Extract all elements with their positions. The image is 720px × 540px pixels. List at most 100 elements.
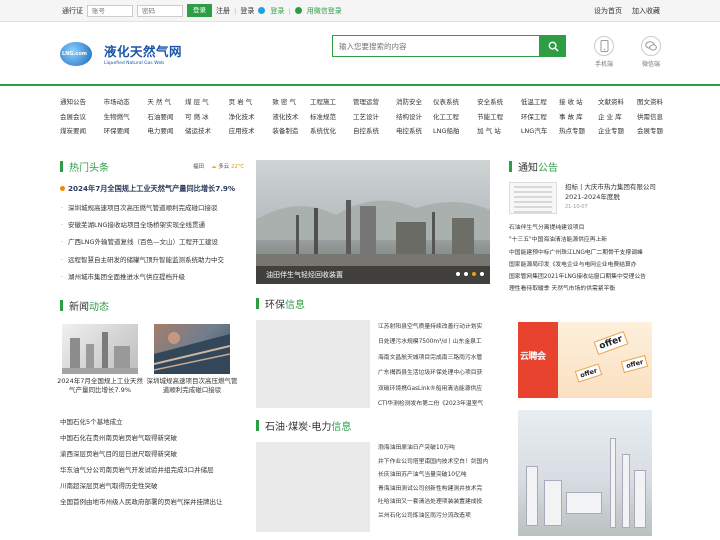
news-link[interactable]: 川南超深层页岩气取得历史性突破 <box>60 478 246 494</box>
nav-link[interactable]: 低温工程 <box>521 98 559 109</box>
notice-link[interactable]: 国家能源局印发《发电企业与电网企业电费结算办 <box>509 259 669 271</box>
hot-headline-link[interactable]: 湖州城市集团全面推进水气供应提档升级 <box>60 269 246 286</box>
env-news-link[interactable]: 日处理污水规模7500m³/d丨山东金泉工 <box>378 335 490 350</box>
nav-link[interactable]: 储运技术 <box>185 127 223 138</box>
add-favorite-link[interactable]: 加入收藏 <box>632 6 660 16</box>
oil-news-link[interactable]: 渤海油田原油日产突破10万吨 <box>378 442 490 456</box>
nav-link[interactable]: 系统优化 <box>310 127 347 138</box>
nav-link[interactable]: 仪表系统 <box>433 98 471 109</box>
nav-link[interactable]: 接 收 站 <box>559 98 592 109</box>
nav-link[interactable]: 煤炭要闻 <box>60 127 98 138</box>
env-news-link[interactable]: 广东揭西县生活垃圾环保处理中心项目获 <box>378 366 490 381</box>
nav-link[interactable]: 管理运营 <box>353 98 390 109</box>
recruitment-ad[interactable]: 云聘会 offer offer offer <box>518 322 652 398</box>
nav-link[interactable]: 文献资料 <box>598 98 631 109</box>
nav-link[interactable]: 电力要闻 <box>147 127 185 138</box>
mobile-link[interactable]: 手机端 <box>589 36 619 68</box>
news-photo-caption[interactable]: 深圳城规高速项目次高压燃气管道顺利完成碰口接驳 <box>146 377 238 395</box>
oil-news-link[interactable]: 长庆油田苏产油气当量突破10亿吨 <box>378 469 490 483</box>
nav-link[interactable]: LNG船舶 <box>433 127 471 138</box>
nav-link[interactable]: 安全系统 <box>477 98 515 109</box>
nav-link[interactable]: 图文资料 <box>637 98 670 109</box>
env-news-link[interactable]: 双碳环境携GasLink®船用清洁能源供应 <box>378 382 490 397</box>
nav-link[interactable]: 装备制造 <box>272 127 310 138</box>
nav-link[interactable]: 石油要闻 <box>147 113 185 124</box>
qq-login-link[interactable]: 登录 <box>270 6 284 16</box>
hot-lead-link[interactable]: 2024年7月全国规上工业天然气产量同比增长7.9% <box>60 184 246 194</box>
notice-link[interactable]: "十三五"中国海油清洁能源供应再上新 <box>509 234 669 246</box>
nav-link[interactable]: 通知公告 <box>60 98 98 109</box>
nav-link[interactable]: 加 气 站 <box>477 127 515 138</box>
news-photo[interactable] <box>153 324 231 374</box>
nav-link[interactable]: 环保要闻 <box>104 127 142 138</box>
nav-link[interactable]: 可 燃 冰 <box>185 113 223 124</box>
notice-link[interactable]: 国家管网集团2021年LNG接收站窗口期集中受理公告 <box>509 271 669 283</box>
nav-link[interactable]: 消防安全 <box>396 98 433 109</box>
notice-featured[interactable]: 招标 | 大庆市热力集团有限公司2021-2024年度脱 21-10-07 <box>509 182 664 220</box>
nav-link[interactable]: 天 然 气 <box>147 98 185 109</box>
slider-dot[interactable] <box>456 272 460 276</box>
nav-link[interactable]: 应用技术 <box>229 127 267 138</box>
nav-link[interactable]: 生物燃气 <box>104 113 142 124</box>
search-button[interactable] <box>540 35 566 57</box>
nav-link[interactable]: 企 业 库 <box>598 113 631 124</box>
notice-link[interactable]: 中国能建预中标广州珠江LNG电厂二期骨干支撑调峰 <box>509 247 669 259</box>
login-button[interactable]: 登录 <box>187 4 212 17</box>
nav-link[interactable]: 自控系统 <box>353 127 390 138</box>
lng-plant-image[interactable] <box>518 410 652 536</box>
nav-link[interactable]: 结构设计 <box>396 113 433 124</box>
news-photo[interactable] <box>62 324 138 374</box>
notice-link[interactable]: 理性看待取暖季 天然气市场的供需紧平衡 <box>509 283 669 295</box>
nav-link[interactable]: 供需信息 <box>637 113 670 124</box>
nav-link[interactable]: 会展会议 <box>60 113 98 124</box>
hot-headline-link[interactable]: 深圳城规高速项目次高压燃气管道顺利完成碰口接驳 <box>60 200 246 217</box>
news-link[interactable]: 中国石化在贵州南页岩页岩气取得新突破 <box>60 430 246 446</box>
notice-featured-title[interactable]: 招标 | 大庆市热力集团有限公司2021-2024年度脱 <box>565 182 665 202</box>
nav-link[interactable]: 环保工程 <box>521 113 559 124</box>
oil-news-link[interactable]: 吐哈油田又一套清洁处理项装装置建成投 <box>378 496 490 510</box>
env-news-link[interactable]: CTI华测检测发布第二份《2023年温室气 <box>378 397 490 412</box>
slider-dot[interactable] <box>480 272 484 276</box>
nav-link[interactable]: 事 故 库 <box>559 113 592 124</box>
login-link[interactable]: 登录 <box>240 6 254 16</box>
nav-link[interactable]: 净化技术 <box>229 113 267 124</box>
news-link[interactable]: 渝西深层页岩气目的层日进尺取得新突破 <box>60 446 246 462</box>
nav-link[interactable]: 标准规范 <box>310 113 347 124</box>
hot-headline-link[interactable]: 广西LNG外输管道复线（百色—文山）工程开工建设 <box>60 234 246 251</box>
nav-link[interactable]: 致 密 气 <box>272 98 310 109</box>
nav-link[interactable]: LNG汽车 <box>521 127 559 138</box>
env-image[interactable] <box>256 320 370 408</box>
nav-link[interactable]: 企业专题 <box>598 127 631 138</box>
nav-link[interactable]: 热点专题 <box>559 127 592 138</box>
oil-image[interactable] <box>256 442 370 532</box>
search-input[interactable] <box>332 35 540 57</box>
wechat-link[interactable]: 微信端 <box>636 36 666 68</box>
news-link[interactable]: 全国首例由地市州级人民政府部署的页岩气探井挂牌出让 <box>60 494 246 510</box>
hot-headline-link[interactable]: 远程智慧自主研发的储罐气顶升智能监测系统助力中交 <box>60 252 246 269</box>
news-link[interactable]: 华东油气分公司南页岩气开发试验井组完成3口井储层 <box>60 462 246 478</box>
oil-news-link[interactable]: 兰州石化公司炼油区雨污分流改造项 <box>378 510 490 524</box>
nav-link[interactable]: 节能工程 <box>477 113 515 124</box>
nav-link[interactable]: 市场动态 <box>104 98 142 109</box>
env-news-link[interactable]: 江苏射阳县空气质量持续改善行动计划实 <box>378 320 490 335</box>
nav-link[interactable]: 液化技术 <box>272 113 310 124</box>
set-home-link[interactable]: 设为首页 <box>594 6 622 16</box>
nav-link[interactable]: 电控系统 <box>396 127 433 138</box>
news-photo-caption[interactable]: 2024年7月全国规上工业天然气产量同比增长7.9% <box>54 377 146 395</box>
nav-link[interactable]: 会展专题 <box>637 127 670 138</box>
account-input[interactable] <box>87 4 133 17</box>
password-input[interactable] <box>137 4 183 17</box>
register-link[interactable]: 注册 <box>216 6 230 16</box>
nav-link[interactable]: 页 岩 气 <box>229 98 267 109</box>
slider-dot-active[interactable] <box>472 272 476 276</box>
hot-headline-link[interactable]: 安徽芜湖LNG接收站项目全场桥架实现全线贯通 <box>60 217 246 234</box>
nav-link[interactable]: 工艺设计 <box>353 113 390 124</box>
nav-link[interactable]: 煤 层 气 <box>185 98 223 109</box>
site-logo[interactable]: LNG.com 液化天然气网 Liquefied Natural Gas Web <box>60 41 182 66</box>
slider-dot[interactable] <box>464 272 468 276</box>
nav-link[interactable]: 工程施工 <box>310 98 347 109</box>
wechat-login-link[interactable]: 用微信登录 <box>307 6 342 16</box>
env-news-link[interactable]: 海南文昌航天城项目完成南三路雨污水管 <box>378 351 490 366</box>
oil-news-link[interactable]: 井下作业公司塔里甫国内技术空白！剑国内 <box>378 456 490 470</box>
news-link[interactable]: 中国石化5个基地成立 <box>60 414 246 430</box>
